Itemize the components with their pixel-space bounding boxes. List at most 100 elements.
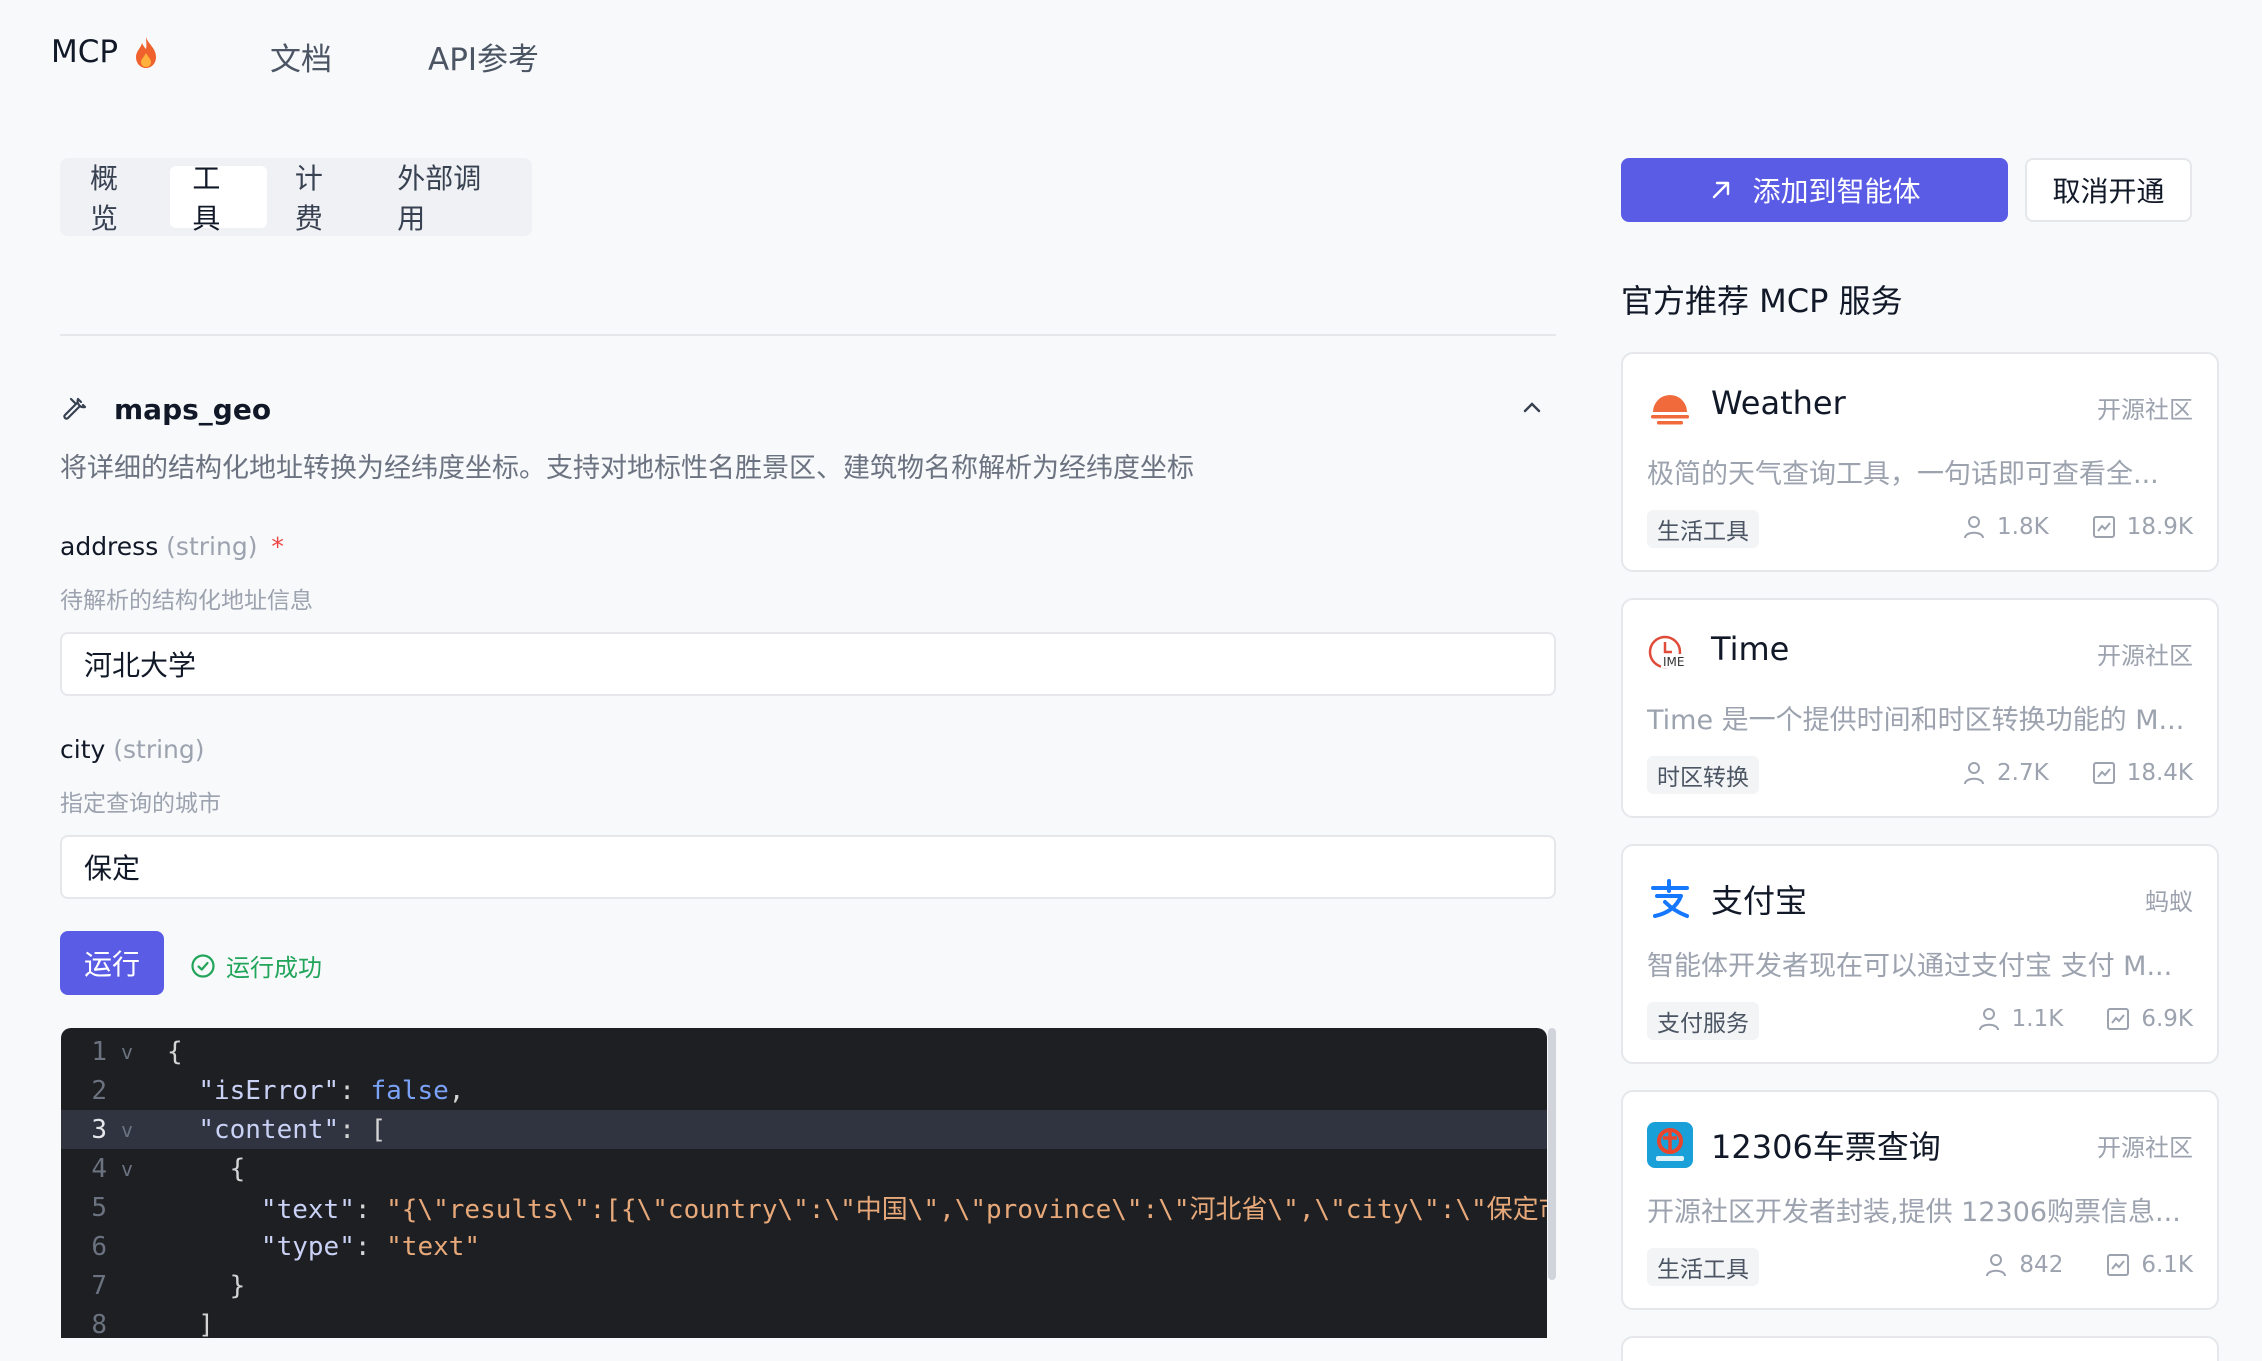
railway-icon <box>1647 1122 1693 1168</box>
run-status-text: 运行成功 <box>226 954 322 982</box>
card-stats: 842 6.1K <box>1983 1252 2193 1278</box>
card-users: 1.8K <box>1997 514 2049 540</box>
user-icon <box>1964 762 1985 785</box>
code-line: 8 ] <box>61 1305 1547 1339</box>
run-button[interactable]: 运行 <box>60 931 164 995</box>
service-card-12306[interactable]: 12306车票查询 开源社区 开源社区开发者封装,提供 12306购票信息...… <box>1621 1090 2219 1310</box>
card-name: 12306车票查询 <box>1711 1128 1941 1166</box>
code-line: 3v "content": [ <box>61 1110 1547 1149</box>
card-category-tag: 支付服务 <box>1647 1002 1759 1040</box>
code-line: 1 v{ <box>61 1032 1547 1071</box>
add-to-agent-button[interactable]: 添加到智能体 <box>1621 158 2008 222</box>
clock-icon: IME <box>1648 635 1693 669</box>
chevron-up-icon[interactable] <box>1518 394 1546 422</box>
brand-link[interactable]: MCP <box>51 34 160 70</box>
code-text: "isError": false, <box>198 1075 465 1106</box>
alipay-icon <box>1651 879 1689 918</box>
card-name: Time <box>1711 630 1790 668</box>
chart-line-icon <box>2092 762 2115 784</box>
code-line: 6 "type": "text" <box>61 1227 1547 1266</box>
svg-text:IME: IME <box>1663 655 1684 669</box>
fold-toggle-icon[interactable]: v <box>107 1040 167 1064</box>
code-text: ] <box>167 1309 214 1339</box>
city-label: city (string) <box>60 735 205 764</box>
card-source: 开源社区 <box>2097 1134 2193 1162</box>
cancel-subscription-button[interactable]: 取消开通 <box>2025 158 2192 222</box>
recommend-title: 官方推荐 MCP 服务 <box>1621 282 1903 320</box>
code-text: } <box>167 1270 246 1301</box>
card-stats: 1.8K 18.9K <box>1961 514 2193 540</box>
code-line: 4v { <box>61 1149 1547 1188</box>
fold-toggle-icon[interactable]: v <box>107 1157 167 1181</box>
card-description: 极简的天气查询工具，一句话即可查看全... <box>1647 459 2159 490</box>
tool-name: maps_geo <box>114 392 272 426</box>
card-name: Weather <box>1711 384 1846 422</box>
address-label-type: (string) <box>166 532 258 561</box>
card-users: 842 <box>2019 1252 2064 1278</box>
city-input[interactable] <box>60 835 1556 899</box>
card-users: 1.1K <box>2011 1006 2064 1032</box>
address-help: 待解析的结构化地址信息 <box>60 588 313 614</box>
tab-external[interactable]: 外部调用 <box>375 162 524 235</box>
line-number: 1 <box>91 1036 107 1067</box>
user-icon <box>1986 1254 2007 1277</box>
add-to-agent-label: 添加到智能体 <box>1752 175 1921 208</box>
detail-tabs: 概览 工具 计费 外部调用 <box>60 158 532 236</box>
user-icon <box>1964 516 1985 539</box>
weather-sun-icon <box>1651 395 1689 425</box>
service-card-time[interactable]: IME Time 开源社区 Time 是一个提供时间和时区转换功能的 M... … <box>1621 598 2219 818</box>
card-stats: 2.7K 18.4K <box>1961 760 2193 786</box>
code-line: 7 } <box>61 1266 1547 1305</box>
card-description: 智能体开发者现在可以通过支付宝 支付 M... <box>1647 951 2173 982</box>
line-number: 6 <box>91 1231 107 1262</box>
line-number: 8 <box>91 1309 107 1339</box>
city-help: 指定查询的城市 <box>60 791 221 817</box>
card-source: 蚂蚁 <box>2145 888 2193 916</box>
nav-link-api[interactable]: API参考 <box>428 34 539 79</box>
card-calls: 18.4K <box>2126 760 2193 786</box>
service-card-weather[interactable]: Weather 开源社区 极简的天气查询工具，一句话即可查看全... 生活工具 … <box>1621 352 2219 572</box>
tool-header[interactable]: maps_geo <box>60 386 1556 432</box>
tab-tools[interactable]: 工具 <box>170 162 267 235</box>
line-number: 2 <box>91 1075 107 1106</box>
card-description: 开源社区开发者封装,提供 12306购票信息... <box>1647 1197 2181 1228</box>
line-number: 5 <box>91 1192 107 1223</box>
code-text: { <box>167 1153 246 1184</box>
card-category-tag: 时区转换 <box>1647 756 1759 794</box>
code-text: { <box>167 1036 183 1067</box>
line-number: 4 <box>91 1153 107 1184</box>
service-card-alipay[interactable]: 支付宝 蚂蚁 智能体开发者现在可以通过支付宝 支付 M... 支付服务 1.1K… <box>1621 844 2219 1064</box>
nav-link-docs[interactable]: 文档 <box>270 34 332 79</box>
tab-billing[interactable]: 计费 <box>273 162 369 235</box>
card-calls: 18.9K <box>2126 514 2193 540</box>
arrow-up-right-icon <box>1713 181 1730 199</box>
code-text: "content": [ <box>198 1114 387 1145</box>
line-number: 3 <box>91 1114 107 1145</box>
fold-toggle-icon[interactable]: v <box>107 1118 167 1142</box>
code-text: "text": "{\"results\":[{\"country\":\"中国… <box>260 1195 1547 1225</box>
chart-line-icon <box>2107 1008 2130 1030</box>
chart-line-icon <box>2107 1254 2130 1276</box>
chart-line-icon <box>2092 516 2115 538</box>
top-nav: MCP 文档 API参考 <box>0 0 2262 110</box>
line-number: 7 <box>91 1270 107 1301</box>
code-output[interactable]: 1 v{2 "isError": false, 3 v "content": [4 v … <box>61 1028 1547 1338</box>
card-users: 2.7K <box>1997 760 2049 786</box>
card-category-tag: 生活工具 <box>1647 1248 1759 1286</box>
code-line: 2 "isError": false, <box>61 1071 1547 1110</box>
user-icon <box>1978 1008 1999 1031</box>
service-card-partial[interactable] <box>1621 1336 2219 1361</box>
code-scrollbar[interactable] <box>1548 1028 1556 1280</box>
address-input[interactable] <box>60 632 1556 696</box>
card-calls: 6.1K <box>2141 1252 2193 1278</box>
code-line: 5 "text": "{\"results\":[{\"country\":\"… <box>61 1188 1547 1227</box>
card-stats: 1.1K 6.9K <box>1976 1006 2193 1032</box>
wrench-icon <box>63 397 87 420</box>
address-label: address (string) * <box>60 532 284 561</box>
check-circle-icon <box>191 953 215 978</box>
card-name: 支付宝 <box>1711 882 1808 920</box>
section-divider <box>60 334 1556 336</box>
run-status: 运行成功 <box>190 948 322 983</box>
tab-overview[interactable]: 概览 <box>68 162 164 235</box>
address-label-name: address <box>60 532 159 561</box>
